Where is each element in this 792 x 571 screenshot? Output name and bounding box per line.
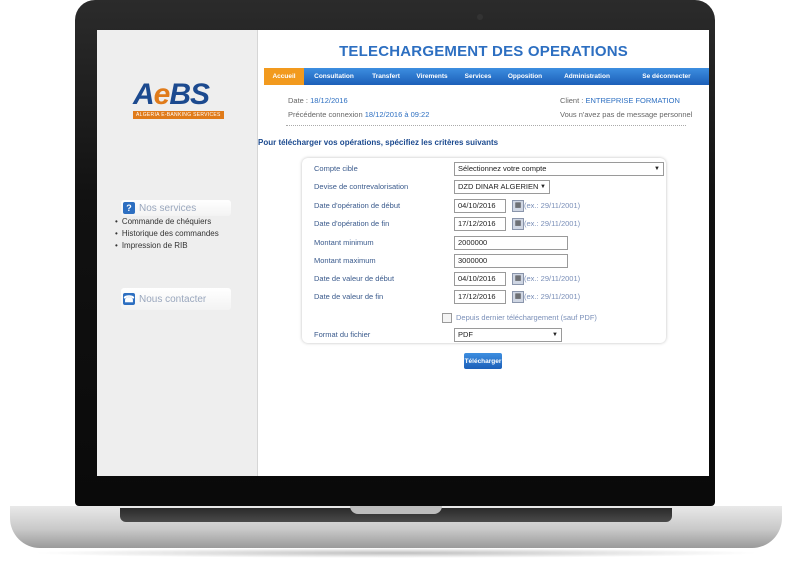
devise-label: Devise de contrevalorisation xyxy=(314,182,409,191)
row-op-fin: Date d'opération de fin 17/12/2016 ▦ (ex… xyxy=(302,217,666,231)
contact-panel-header[interactable]: ☎ Nous contacter xyxy=(121,288,231,310)
calendar-icon[interactable]: ▦ xyxy=(512,291,524,303)
phone-icon: ☎ xyxy=(123,293,135,305)
row-devise: Devise de contrevalorisation DZD DINAR A… xyxy=(302,180,666,194)
client-value: ENTREPRISE FORMATION xyxy=(585,96,680,105)
camera xyxy=(477,14,483,20)
format-label: Format du fichier xyxy=(314,330,371,339)
service-link-impression-rib[interactable]: Impression de RIB xyxy=(115,240,219,252)
date-example: (ex.: 29/11/2001) xyxy=(524,274,581,283)
row-format: Format du fichier PDF xyxy=(302,328,666,342)
download-button[interactable]: Télécharger xyxy=(464,353,502,369)
divider xyxy=(286,125,686,126)
main-content: TELECHARGEMENT DES OPERATIONS Accueil Co… xyxy=(258,30,709,476)
services-panel-header: ? Nos services xyxy=(121,200,231,216)
form-intro: Pour télécharger vos opérations, spécifi… xyxy=(258,138,499,147)
nav-consultation[interactable]: Consultation xyxy=(304,68,364,85)
last-connection-value: 18/12/2016 à 09:22 xyxy=(364,110,430,119)
op-debut-label: Date d'opération de début xyxy=(314,201,401,210)
services-title: Nos services xyxy=(139,202,197,214)
date-label: Date : xyxy=(288,96,309,105)
depuis-label: Depuis dernier téléchargement (sauf PDF) xyxy=(456,313,597,322)
val-fin-input[interactable]: 17/12/2016 xyxy=(454,290,506,304)
service-link-historique-commandes[interactable]: Historique des commandes xyxy=(115,228,219,240)
contact-title: Nous contacter xyxy=(139,293,207,305)
logo-subtitle: ALGERIA E-BANKING SERVICES xyxy=(133,111,224,119)
nav-services[interactable]: Services xyxy=(456,68,500,85)
date-example: (ex.: 29/11/2001) xyxy=(524,292,581,301)
logo-text: AeBS xyxy=(133,78,210,111)
val-debut-input[interactable]: 04/10/2016 xyxy=(454,272,506,286)
op-fin-label: Date d'opération de fin xyxy=(314,219,390,228)
row-op-debut: Date d'opération de début 04/10/2016 ▦ (… xyxy=(302,199,666,213)
download-criteria-form: Compte cible Sélectionnez votre compte D… xyxy=(302,158,666,343)
nav-se-deconnecter[interactable]: Se déconnecter xyxy=(624,68,709,85)
format-select[interactable]: PDF xyxy=(454,328,562,342)
aebs-logo[interactable]: AeBS ALGERIA E-BANKING SERVICES xyxy=(133,80,224,119)
laptop-notch xyxy=(350,506,442,514)
compte-select[interactable]: Sélectionnez votre compte xyxy=(454,162,664,176)
calendar-icon[interactable]: ▦ xyxy=(512,200,524,212)
val-fin-label: Date de valeur de fin xyxy=(314,292,384,301)
val-debut-label: Date de valeur de début xyxy=(314,274,395,283)
row-compte: Compte cible Sélectionnez votre compte xyxy=(302,162,666,176)
row-depuis: Depuis dernier téléchargement (sauf PDF) xyxy=(302,311,666,325)
service-link-commande-chequiers[interactable]: Commande de chéquiers xyxy=(115,216,219,228)
main-nav: Accueil Consultation Transfert Virements… xyxy=(264,68,709,85)
nav-accueil[interactable]: Accueil xyxy=(264,68,304,85)
nav-transfert[interactable]: Transfert xyxy=(364,68,408,85)
op-fin-input[interactable]: 17/12/2016 xyxy=(454,217,506,231)
client-info: Client : ENTREPRISE FORMATION Vous n'ave… xyxy=(560,94,692,122)
date-example: (ex.: 29/11/2001) xyxy=(524,201,581,210)
row-max: Montant maximum 3000000 xyxy=(302,254,666,268)
max-input[interactable]: 3000000 xyxy=(454,254,568,268)
nav-virements[interactable]: Virements xyxy=(408,68,456,85)
help-icon: ? xyxy=(123,202,135,214)
op-debut-input[interactable]: 04/10/2016 xyxy=(454,199,506,213)
max-label: Montant maximum xyxy=(314,256,376,265)
calendar-icon[interactable]: ▦ xyxy=(512,218,524,230)
row-min: Montant minimum 2000000 xyxy=(302,236,666,250)
row-val-debut: Date de valeur de début 04/10/2016 ▦ (ex… xyxy=(302,272,666,286)
services-list: Commande de chéquiers Historique des com… xyxy=(115,216,219,252)
last-connection-label: Précédente connexion xyxy=(288,110,363,119)
client-label: Client : xyxy=(560,96,584,105)
screen: AeBS ALGERIA E-BANKING SERVICES ? Nos se… xyxy=(97,30,709,476)
nav-administration[interactable]: Administration xyxy=(550,68,624,85)
sidebar: AeBS ALGERIA E-BANKING SERVICES ? Nos se… xyxy=(97,30,258,476)
date-example: (ex.: 29/11/2001) xyxy=(524,219,581,228)
laptop-shadow xyxy=(30,548,762,558)
devise-select[interactable]: DZD DINAR ALGERIEN xyxy=(454,180,550,194)
min-input[interactable]: 2000000 xyxy=(454,236,568,250)
calendar-icon[interactable]: ▦ xyxy=(512,273,524,285)
min-label: Montant minimum xyxy=(314,238,374,247)
compte-label: Compte cible xyxy=(314,164,358,173)
date-value: 18/12/2016 xyxy=(310,96,348,105)
session-info: Date : 18/12/2016 Précédente connexion 1… xyxy=(288,94,429,122)
nav-opposition[interactable]: Opposition xyxy=(500,68,550,85)
depuis-checkbox[interactable] xyxy=(442,313,452,323)
personal-message: Vous n'avez pas de message personnel xyxy=(560,110,693,119)
page-title: TELECHARGEMENT DES OPERATIONS xyxy=(339,43,628,60)
row-val-fin: Date de valeur de fin 17/12/2016 ▦ (ex.:… xyxy=(302,290,666,304)
